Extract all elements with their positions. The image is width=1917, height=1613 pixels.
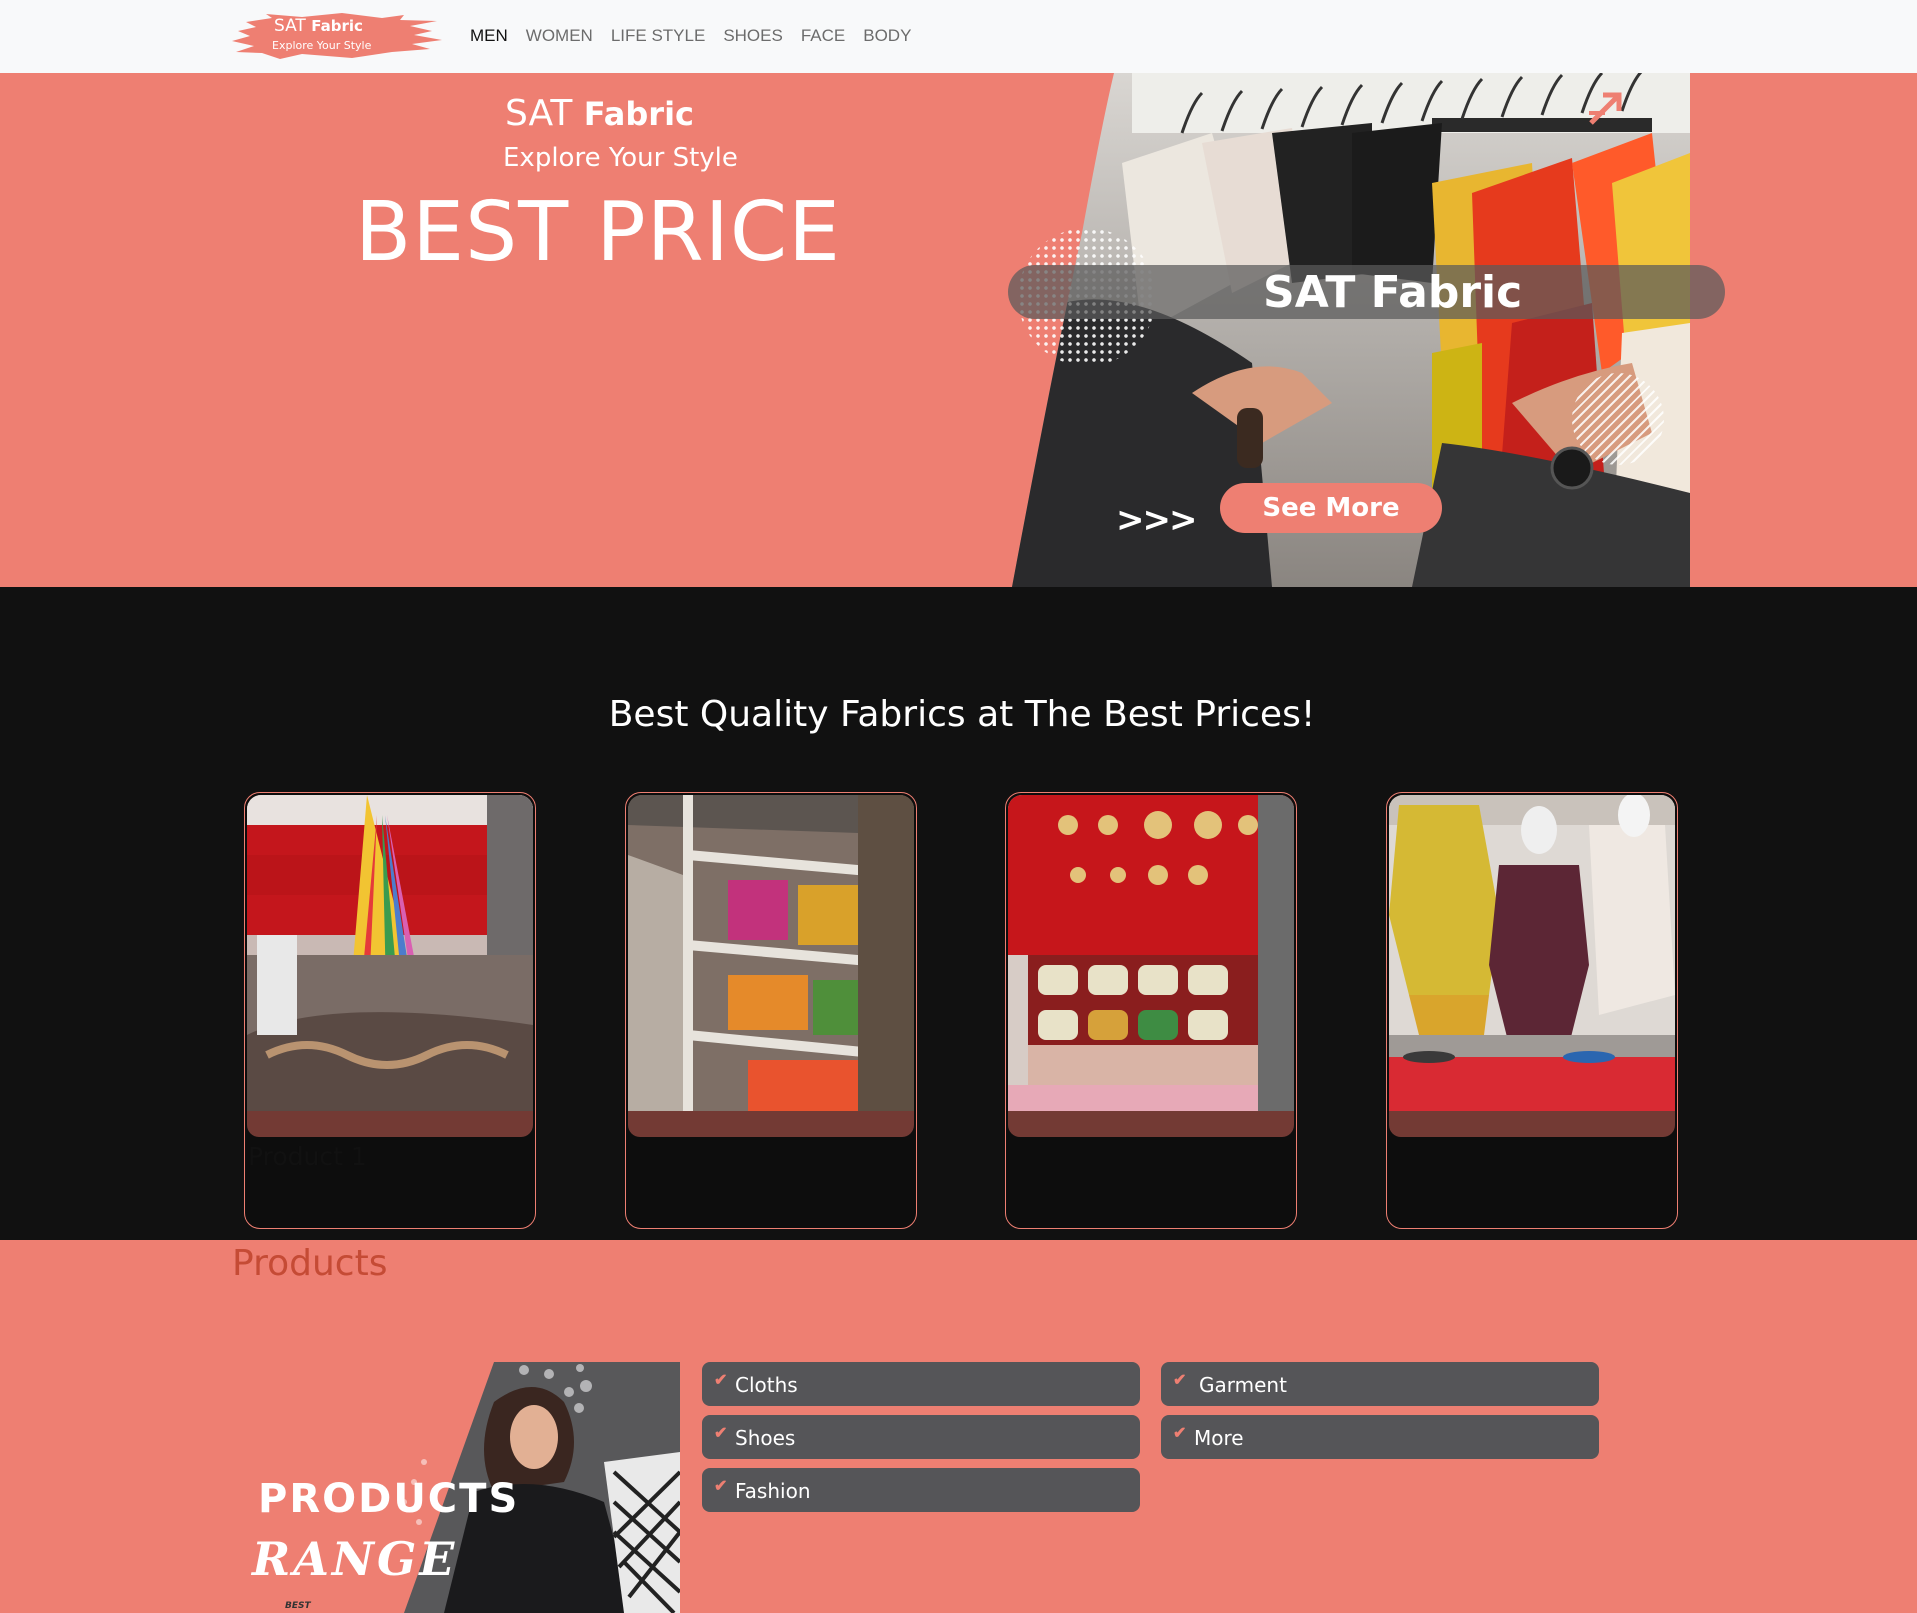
product-image (1389, 795, 1675, 1113)
featured-section: Best Quality Fabrics at The Best Prices! (0, 587, 1917, 1240)
category-more[interactable]: ✔ More (1161, 1415, 1599, 1459)
stripe-circle-decoration (1572, 373, 1664, 465)
category-fashion[interactable]: ✔ Fashion (702, 1468, 1140, 1512)
hero-brand-bold: Fabric (583, 95, 694, 133)
hero-tagline: Explore Your Style (503, 143, 738, 173)
double-arrow-icon: >>> (1116, 500, 1197, 540)
category-garment[interactable]: ✔ Garment (1161, 1362, 1599, 1406)
card-accent-bar (628, 1111, 914, 1137)
nav-item-body[interactable]: BODY (863, 26, 911, 46)
hero-banner-text: SAT Fabric (1263, 267, 1523, 318)
logo-brand-bold: Fabric (311, 17, 363, 35)
product-title: Product 1 (248, 1142, 367, 1171)
nav-item-shoes[interactable]: SHOES (723, 26, 783, 46)
featured-heading: Best Quality Fabrics at The Best Prices! (608, 694, 1316, 735)
hero-banner: SAT Fabric Explore Your Style BEST PRICE (0, 73, 1917, 587)
product-image (628, 795, 914, 1113)
range-title-line-1: PRODUCTS (258, 1476, 520, 1522)
hero-brand: SAT (505, 93, 573, 134)
check-icon: ✔ (1173, 1372, 1187, 1389)
category-label: Cloths (735, 1373, 798, 1397)
nav-item-life-style[interactable]: LIFE STYLE (611, 26, 705, 46)
product-card[interactable]: Product 1 (244, 792, 536, 1229)
check-icon: ✔ (714, 1478, 728, 1495)
check-icon: ✔ (1173, 1425, 1187, 1442)
category-label: Shoes (735, 1426, 796, 1450)
category-label: More (1194, 1426, 1244, 1450)
see-more-button[interactable]: See More (1220, 483, 1442, 533)
product-card[interactable] (1005, 792, 1297, 1229)
check-icon: ✔ (714, 1425, 728, 1442)
check-icon: ✔ (714, 1372, 728, 1389)
hero-headline: BEST PRICE (355, 185, 841, 280)
nav-item-men[interactable]: MEN (470, 26, 508, 46)
product-image (247, 795, 533, 1113)
navbar: SAT Fabric Explore Your Style MEN WOMEN … (0, 0, 1917, 73)
nav-item-women[interactable]: WOMEN (526, 26, 593, 46)
range-small-text: BEST (285, 1601, 311, 1611)
range-title-line-2: RANGE (252, 1532, 458, 1586)
category-shoes[interactable]: ✔ Shoes (702, 1415, 1140, 1459)
logo-brand: SAT (274, 16, 306, 36)
product-card[interactable] (625, 792, 917, 1229)
product-image (1008, 795, 1294, 1113)
category-label: Fashion (735, 1479, 811, 1503)
product-card[interactable] (1386, 792, 1678, 1229)
category-label: Garment (1199, 1373, 1287, 1397)
nav-item-face[interactable]: FACE (801, 26, 845, 46)
card-accent-bar (1389, 1111, 1675, 1137)
hero-name-banner: SAT Fabric (1008, 265, 1725, 319)
category-cloths[interactable]: ✔ Cloths (702, 1362, 1140, 1406)
card-accent-bar (247, 1111, 533, 1137)
card-accent-bar (1008, 1111, 1294, 1137)
logo-tagline: Explore Your Style (272, 39, 372, 52)
brand-logo[interactable]: SAT Fabric Explore Your Style (232, 12, 444, 60)
products-range-image: PRODUCTS RANGE BEST (244, 1362, 680, 1613)
main-nav: MEN WOMEN LIFE STYLE SHOES FACE BODY (470, 26, 911, 46)
expand-arrow-icon (1589, 92, 1622, 125)
products-heading: Products (232, 1243, 388, 1284)
